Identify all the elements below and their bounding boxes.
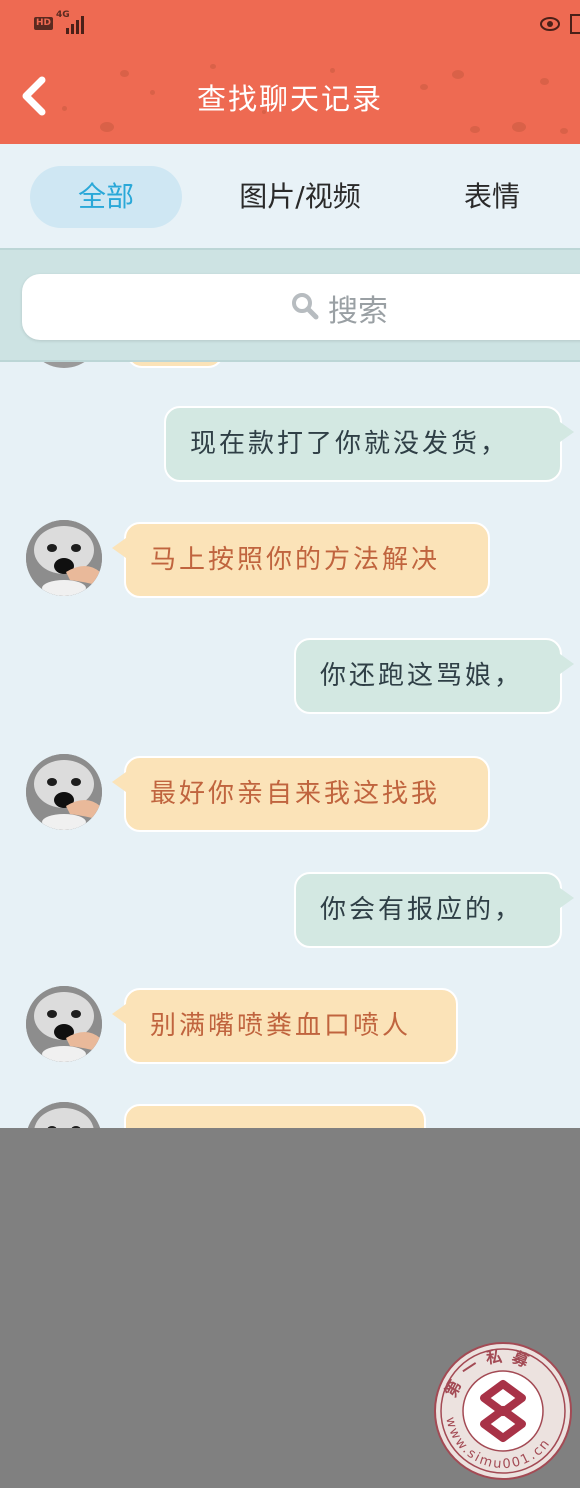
filter-tabs: 全部 图片/视频 表情 (0, 144, 580, 248)
message-text: 你还跑这骂娘， (320, 661, 524, 691)
avatar[interactable] (26, 1102, 102, 1130)
message-bubble-incoming[interactable]: 别满嘴喷粪血口喷人 (112, 988, 458, 1064)
avatar (26, 362, 102, 368)
tab-images-videos[interactable]: 图片/视频 (216, 166, 384, 228)
avatar[interactable] (26, 754, 102, 830)
message-bubble-incoming[interactable]: 最好你亲自来我这找我 (112, 756, 490, 832)
avatar[interactable] (26, 986, 102, 1062)
battery-icon (570, 14, 580, 34)
signal-icon (66, 14, 90, 34)
message-text: 最好你亲自来我这找我 (150, 779, 441, 809)
message-text: 现在款打了你就没发货， (190, 429, 510, 459)
chat-history[interactable]: 现在款打了你就没发货， 马上按照你的方法解决 你还跑这骂娘， 最好你亲自来我这找… (0, 362, 580, 1130)
eye-icon (540, 17, 560, 31)
tab-all[interactable]: 全部 (30, 166, 182, 228)
search-icon (292, 293, 319, 320)
message-bubble-partial (124, 1104, 426, 1130)
message-text: 别满嘴喷粪血口喷人 (150, 1011, 412, 1041)
hd-icon: HD (34, 17, 54, 30)
watermark-logo: 第一私募 www.simu001.cn (434, 1342, 572, 1480)
message-bubble-outgoing[interactable]: 现在款打了你就没发货， (164, 406, 574, 482)
page-title: 查找聊天记录 (196, 82, 383, 116)
tab-stickers[interactable]: 表情 (436, 166, 548, 228)
avatar[interactable] (26, 520, 102, 596)
search-bar: 搜索 (0, 248, 580, 362)
message-text: 你会有报应的， (320, 895, 524, 925)
search-input[interactable]: 搜索 (22, 274, 580, 340)
message-bubble-incoming[interactable]: 马上按照你的方法解决 (112, 522, 490, 598)
app-header: 查找聊天记录 (0, 48, 580, 144)
message-text: 马上按照你的方法解决 (150, 545, 441, 575)
search-placeholder: 搜索 (328, 294, 388, 329)
message-bubble-partial (126, 362, 224, 368)
message-bubble-outgoing[interactable]: 你还跑这骂娘， (294, 638, 574, 714)
status-bar: HD 4G (0, 0, 580, 48)
message-bubble-outgoing[interactable]: 你会有报应的， (294, 872, 574, 948)
